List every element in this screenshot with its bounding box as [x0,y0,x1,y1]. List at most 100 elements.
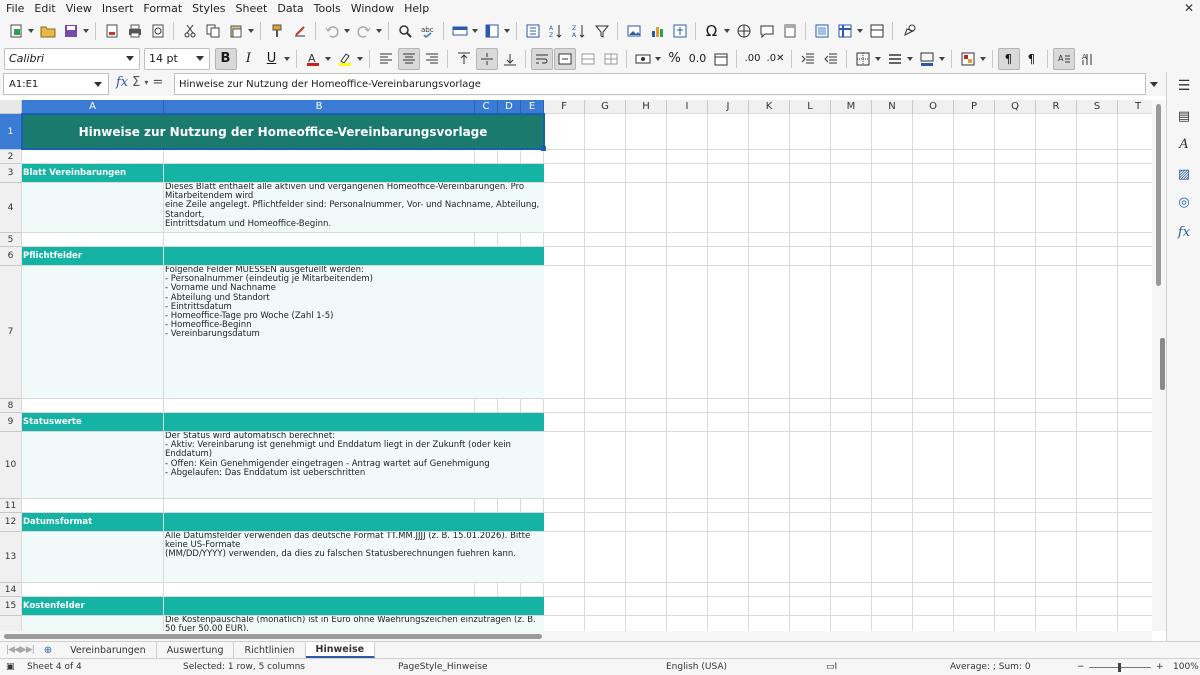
font-color-icon[interactable]: A [302,48,324,70]
functions-icon[interactable]: fx [1174,222,1194,242]
section-body-cell[interactable]: Dieses Blatt enthaelt alle aktiven und v… [164,183,544,232]
menu-view[interactable]: View [61,2,97,15]
delete-decimal-place-icon[interactable]: .0✕ [765,48,787,70]
align-top-icon[interactable] [453,48,475,70]
spreadsheet-grid[interactable]: A B C D E F G H I J K L M N O P Q R S T 1 2 3 4 5 6 7 8 9 10 11 12 13 14 1… [0,100,1152,631]
column-icon[interactable] [481,20,503,42]
column-header-o[interactable]: O [913,100,954,114]
font-size-dropdown[interactable] [191,49,209,69]
redo-dropdown[interactable] [375,20,382,42]
percent-format-icon[interactable]: % [664,48,686,70]
section-body-cell[interactable]: Die Kostenpauschale (monatlich) ist in E… [164,616,544,631]
split-window-icon[interactable] [866,20,888,42]
row-header-10[interactable]: 10 [0,432,22,499]
section-heading-fill[interactable] [164,247,544,265]
text-horizontal-icon[interactable]: A [1052,47,1075,70]
row-header-6[interactable]: 6 [0,247,22,266]
vertical-scroll-thumb[interactable] [1156,104,1161,286]
font-name-dropdown[interactable] [121,49,139,69]
headers-footers-icon[interactable] [779,20,801,42]
row-header-4[interactable]: 4 [0,183,22,233]
row-dropdown[interactable] [471,20,478,42]
row-header-14[interactable]: 14 [0,583,22,597]
gallery-icon[interactable]: ▨ [1174,164,1194,184]
autofilter-icon[interactable] [591,20,613,42]
decrease-indent-icon[interactable] [820,48,842,70]
currency-dropdown[interactable] [654,48,661,70]
clear-formatting-icon[interactable] [289,20,311,42]
new-document-icon[interactable] [5,20,27,42]
column-header-l[interactable]: L [790,100,831,114]
paste-dropdown[interactable] [247,20,254,42]
row-header-1[interactable]: 1 [0,114,22,150]
highlight-color-icon[interactable] [334,48,356,70]
section-body-label-cell[interactable] [22,532,163,582]
column-header-s[interactable]: S [1077,100,1118,114]
column-header-t[interactable]: T [1118,100,1152,114]
cut-icon[interactable] [179,20,201,42]
insert-image-icon[interactable] [623,20,645,42]
selection-mode-icon[interactable]: ▭I [826,662,837,672]
freeze-rows-columns-icon[interactable] [834,20,856,42]
section-heading-cell[interactable]: Statuswerte [22,413,163,431]
section-body-label-cell[interactable] [22,266,163,398]
increase-indent-icon[interactable] [797,48,819,70]
column-header-m[interactable]: M [831,100,872,114]
clone-formatting-icon[interactable] [266,20,288,42]
row-header-13[interactable]: 13 [0,532,22,583]
right-to-left-icon[interactable]: ¶ [1021,48,1043,70]
font-color-dropdown[interactable] [324,48,331,70]
status-language[interactable]: English (USA) [666,662,727,672]
print-icon[interactable] [124,20,146,42]
number-format-icon[interactable]: 0.0 [687,48,709,70]
column-header-h[interactable]: H [626,100,667,114]
select-all-corner[interactable] [0,100,22,114]
row-header-overflow[interactable] [0,616,22,631]
font-name-box[interactable]: Calibri [4,47,140,70]
border-style-icon[interactable] [884,48,906,70]
zoom-slider-knob[interactable] [1118,663,1121,672]
special-character-icon[interactable]: Ω [701,20,723,42]
copy-icon[interactable] [202,20,224,42]
hyperlink-icon[interactable] [733,20,755,42]
section-heading-cell[interactable]: Blatt Vereinbarungen [22,164,163,182]
section-heading-cell[interactable]: Datumsformat [22,513,163,531]
conditional-format-icon[interactable] [957,48,979,70]
column-header-i[interactable]: I [667,100,708,114]
column-header-r[interactable]: R [1036,100,1077,114]
close-document-icon[interactable]: ✕ [1184,1,1194,15]
column-header-p[interactable]: P [954,100,995,114]
bold-icon[interactable]: B [214,47,237,70]
section-body-cell[interactable]: Der Status wird automatisch berechnet: -… [164,432,544,498]
export-pdf-icon[interactable] [101,20,123,42]
font-size-box[interactable]: 14 pt [144,47,210,70]
find-replace-icon[interactable] [394,20,416,42]
column-dropdown[interactable] [503,20,510,42]
styles-icon[interactable]: A [1174,134,1194,154]
show-draw-functions-icon[interactable] [898,20,920,42]
align-bottom-icon[interactable] [499,48,521,70]
menu-file[interactable]: File [0,2,29,15]
menu-format[interactable]: Format [138,2,187,15]
formula-input[interactable]: Hinweise zur Nutzung der Homeoffice-Vere… [174,73,1146,95]
zoom-out-icon[interactable]: − [1077,662,1085,672]
sort-descending-icon[interactable]: ZA [568,20,590,42]
selection-fill-handle[interactable] [541,146,546,151]
section-heading-fill[interactable] [164,413,544,431]
align-left-icon[interactable] [375,48,397,70]
undo-icon[interactable] [321,20,343,42]
horizontal-scrollbar[interactable] [0,631,1152,641]
menu-sheet[interactable]: Sheet [231,2,273,15]
column-header-b[interactable]: B [164,100,475,114]
menu-insert[interactable]: Insert [97,2,139,15]
menu-edit[interactable]: Edit [29,2,60,15]
menu-data[interactable]: Data [272,2,308,15]
section-body-label-cell[interactable] [22,183,163,232]
comment-icon[interactable] [756,20,778,42]
align-right-icon[interactable] [421,48,443,70]
row-header-2[interactable]: 2 [0,150,22,164]
section-body-cell[interactable]: Alle Datumsfelder verwenden das deutsche… [164,532,544,582]
name-box[interactable]: A1:E1 [3,73,109,95]
last-sheet-icon[interactable]: ▶| [26,645,35,655]
save-dropdown[interactable] [82,20,89,42]
